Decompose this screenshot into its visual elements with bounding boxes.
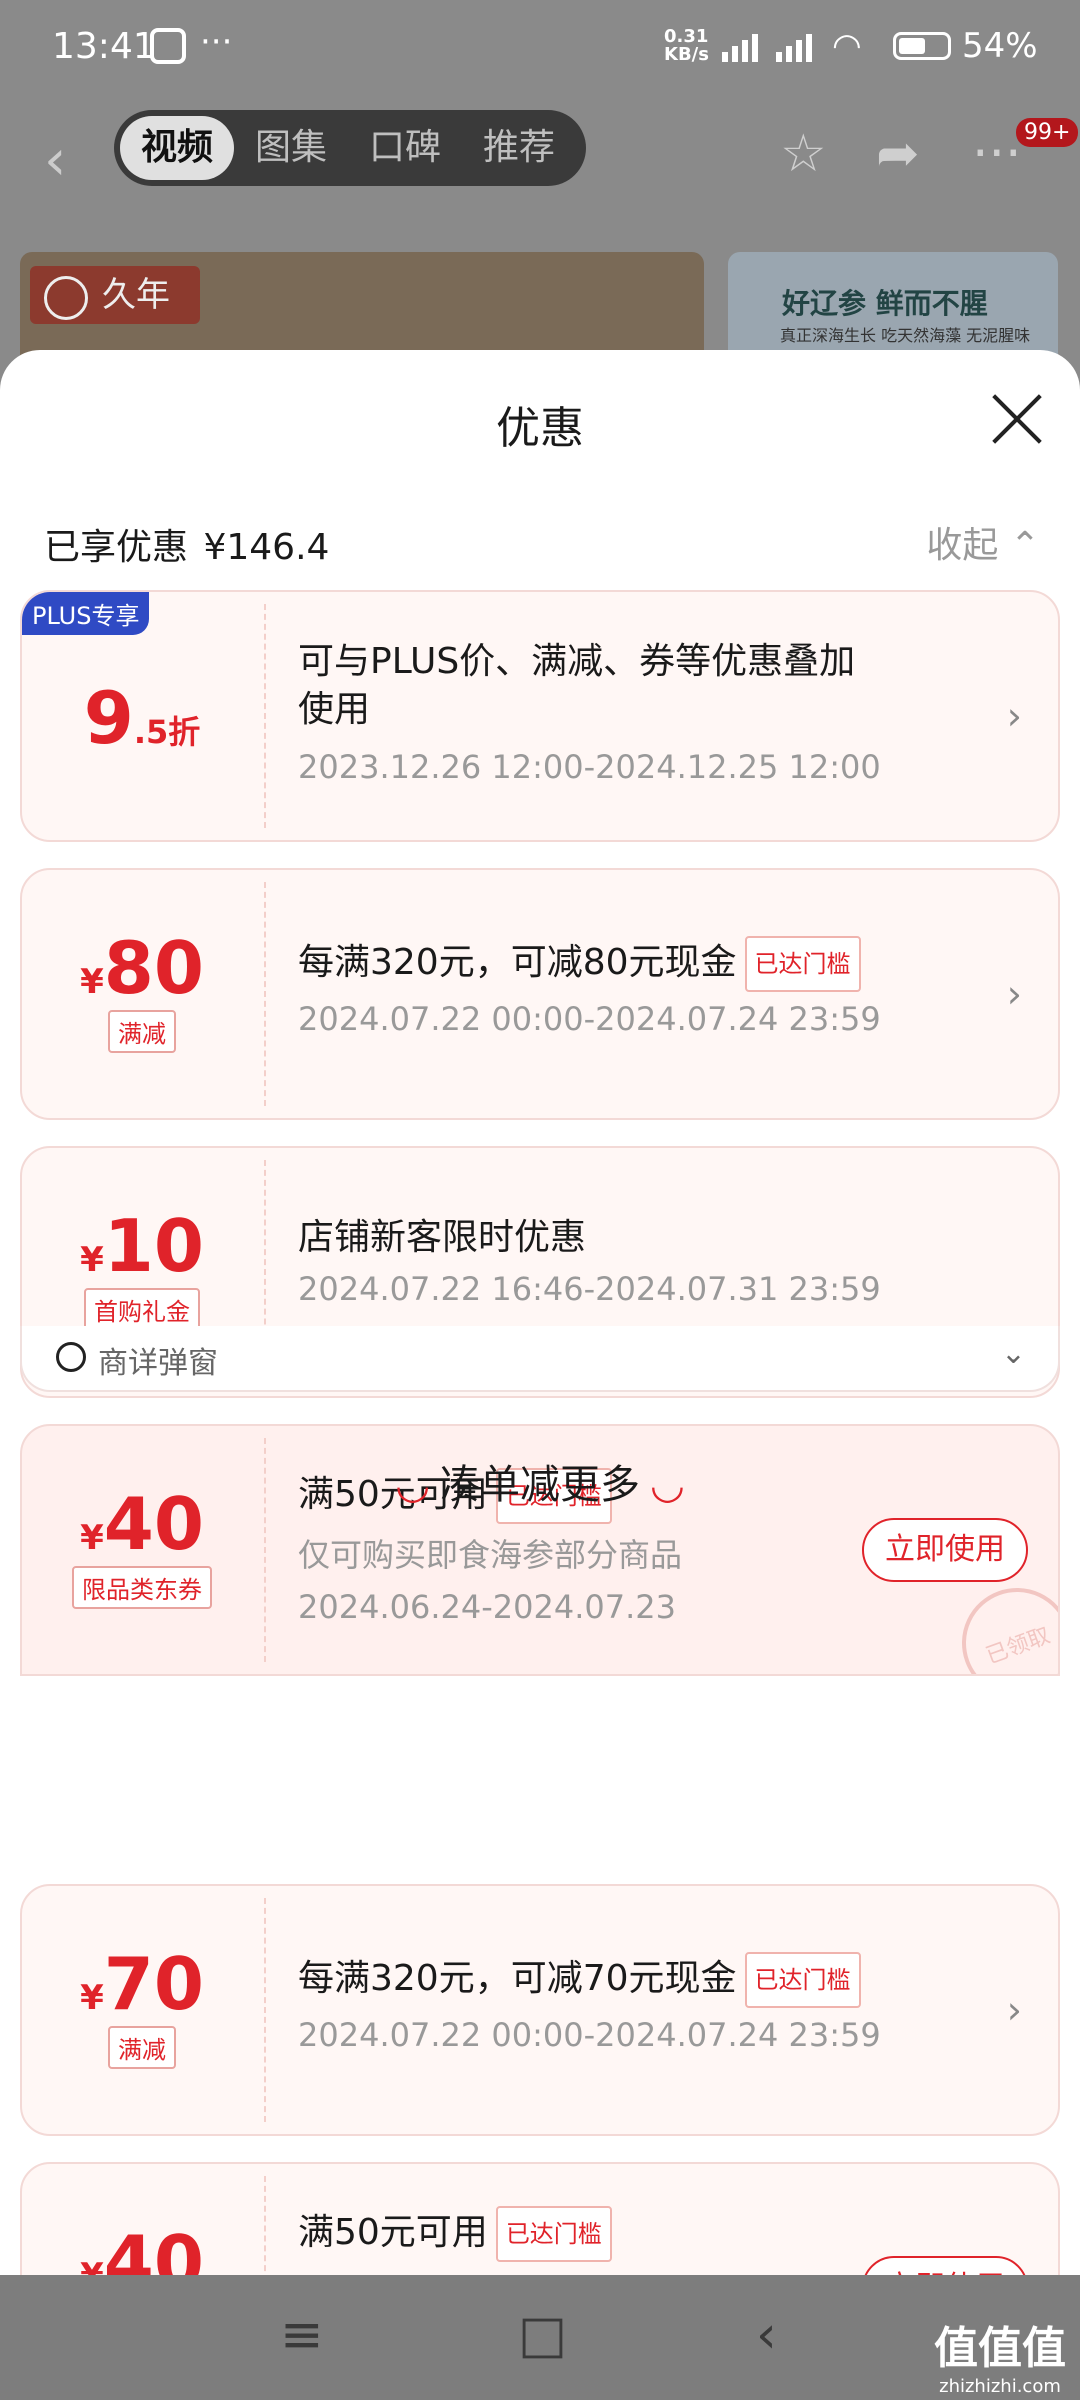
coupon-scope: 仅可购买即食海参部分商品 xyxy=(298,1536,683,1574)
detail-popup-row[interactable]: 商详弹窗 ⌄ xyxy=(20,1326,1060,1392)
coupon-title: 可与PLUS价、满减、券等优惠叠加 xyxy=(298,641,856,682)
coupon-type-tag: 满减 xyxy=(108,1010,176,1053)
coupon-title: 满50元可用 已达门槛 xyxy=(298,2206,838,2262)
chevron-right-icon[interactable]: › xyxy=(1007,694,1022,738)
use-now-button[interactable]: 立即使用 xyxy=(862,1518,1028,1582)
wifi-icon: ◠ xyxy=(832,26,862,66)
coupon-value: ¥70 满减 xyxy=(22,1886,262,2134)
threshold-reached-tag: 已达门槛 xyxy=(744,1952,861,2008)
signal-icon xyxy=(722,28,758,62)
watermark: 值值值 zhizhizhi.com xyxy=(934,2323,1066,2397)
banner-subtitle: 真正深海生长 吃天然海藻 无泥腥味 xyxy=(780,326,1031,345)
coupon-card-80[interactable]: ¥80 满减 每满320元，可减80元现金 已达门槛 2024.07.22 00:… xyxy=(20,868,1060,1120)
use-now-button[interactable]: 立即使用 xyxy=(862,2256,1028,2275)
threshold-reached-tag: 已达门槛 xyxy=(495,2206,612,2262)
coupon-title: 每满320元，可减70元现金 已达门槛 xyxy=(298,1952,978,2008)
network-speed: 0.31 KB/s xyxy=(664,26,709,65)
coupon-card-plus[interactable]: PLUS专享 9.5折 可与PLUS价、满减、券等优惠叠加 使用 2023.12… xyxy=(20,590,1060,842)
back-icon[interactable]: ‹ xyxy=(44,128,66,193)
coupon-type-tag: 首购礼金 xyxy=(84,1288,200,1331)
clock-icon xyxy=(150,28,186,64)
coupon-card-40b[interactable]: ¥40 满50元可用已达门槛 立即使用 xyxy=(20,2162,1060,2275)
more-discounts-heading: ◡ 凑单减更多 ◡ xyxy=(397,1462,683,1508)
summary-amount: ¥146.4 xyxy=(203,527,330,568)
media-tabs: 视频 图集 口碑 推荐 xyxy=(114,110,586,186)
summary-label: 已享优惠 xyxy=(44,527,189,568)
tab-reviews[interactable]: 口碑 xyxy=(348,116,462,180)
coupon-date: 2024.07.22 16:46-2024.07.31 23:59 xyxy=(298,1270,881,1308)
coupon-value: ¥80 满减 xyxy=(22,870,262,1118)
tab-video[interactable]: 视频 xyxy=(120,116,234,180)
tab-recommend[interactable]: 推荐 xyxy=(462,116,576,180)
tab-gallery[interactable]: 图集 xyxy=(234,116,348,180)
close-icon[interactable] xyxy=(990,392,1044,446)
discount-summary: 已享优惠 ¥146.4 xyxy=(44,518,329,570)
coupon-type-tag: 满减 xyxy=(108,2026,176,2069)
coupon-title: 每满320元，可减80元现金 已达门槛 xyxy=(298,936,978,992)
popup-label: 商详弹窗 xyxy=(98,1346,218,1381)
claimed-stamp: 已领取 xyxy=(946,1572,1058,1674)
back-nav-icon[interactable]: ‹ xyxy=(756,2305,777,2365)
coupon-date: 2023.12.26 12:00-2024.12.25 12:00 xyxy=(298,748,881,786)
chevron-right-icon[interactable]: › xyxy=(1007,972,1022,1016)
sheet-title: 优惠 xyxy=(496,403,584,454)
coupon-type-tag: 限品类东券 xyxy=(72,1566,212,1609)
coupon-date: 2024.07.22 00:00-2024.07.24 23:59 xyxy=(298,1000,881,1038)
home-icon[interactable]: □ xyxy=(518,2305,567,2365)
discount-sheet: 优惠 已享优惠 ¥146.4 收起 ⌃ PLUS专享 9.5折 可与PLUS价、… xyxy=(0,350,1080,2275)
share-icon[interactable]: ➦ xyxy=(876,124,920,184)
chevron-down-icon[interactable]: ⌄ xyxy=(1001,1336,1026,1371)
status-more-dots: ··· xyxy=(200,22,233,62)
coupon-value: 9.5折 xyxy=(83,676,201,760)
coupon-value: ¥40 xyxy=(80,2220,204,2275)
chevron-right-icon[interactable]: › xyxy=(1007,1988,1022,2032)
brand-tag: 久年 xyxy=(30,266,200,324)
battery-icon xyxy=(893,32,951,60)
banner-title: 好辽参 鲜而不腥 xyxy=(782,287,988,320)
star-icon[interactable]: ☆ xyxy=(780,124,827,184)
message-badge: 99+ xyxy=(1016,118,1079,147)
more-icon[interactable]: ··· xyxy=(972,124,1022,184)
coupon-title-line2: 使用 xyxy=(298,689,371,730)
coupon-title: 店铺新客限时优惠 xyxy=(298,1217,587,1258)
collapse-button[interactable]: 收起 ⌃ xyxy=(926,516,1040,568)
coupon-date: 2024.07.22 00:00-2024.07.24 23:59 xyxy=(298,2016,881,2054)
menu-icon[interactable]: ≡ xyxy=(280,2305,324,2365)
system-nav-bar: ≡ □ ‹ xyxy=(0,2275,1080,2400)
threshold-reached-tag: 已达门槛 xyxy=(744,936,861,992)
popup-icon xyxy=(56,1342,86,1372)
coupon-date: 2024.06.24-2024.07.23 xyxy=(298,1588,676,1626)
status-bar: 13:41 ··· 0.31 KB/s ◠ 54% xyxy=(0,0,1080,92)
battery-percent: 54% xyxy=(962,26,1038,66)
top-nav: ‹ 视频 图集 口碑 推荐 ☆ ➦ ··· 99+ xyxy=(0,110,1080,206)
status-time: 13:41 xyxy=(52,26,156,67)
signal-icon-2 xyxy=(776,28,812,62)
coupon-card-70[interactable]: ¥70 满减 每满320元，可减70元现金 已达门槛 2024.07.22 00:… xyxy=(20,1884,1060,2136)
